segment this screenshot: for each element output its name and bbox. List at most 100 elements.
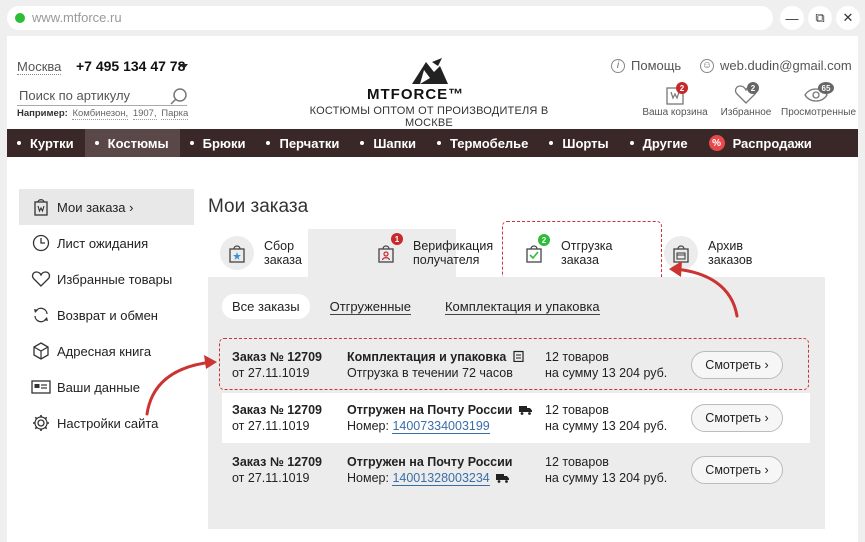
secure-indicator-icon <box>15 13 25 23</box>
viewed-label: Просмотренные <box>781 107 857 118</box>
order-status: Отгружен на Почту России <box>347 403 513 417</box>
verification-bag-icon: 1 <box>369 233 403 270</box>
order-status: Отгружен на Почту России <box>347 455 513 469</box>
step-badge: 1 <box>391 233 403 245</box>
bullet-icon <box>436 141 441 145</box>
truck-icon <box>518 406 532 415</box>
id-card-icon <box>31 377 51 397</box>
user-icon: ☺ <box>700 58 714 73</box>
search-icon[interactable] <box>170 88 188 106</box>
cart-count-badge: 2 <box>676 82 688 94</box>
nav-item-gloves[interactable]: Перчатки <box>256 129 350 157</box>
example-item[interactable]: Комбинезон, <box>72 108 129 120</box>
close-window-button[interactable]: ✕ <box>836 6 860 30</box>
step-label: Архив <box>708 239 744 253</box>
nav-item-sale[interactable]: % Распродажи <box>699 129 823 157</box>
sidebar-item-address-book[interactable]: Адресная книга <box>19 333 194 369</box>
help-link[interactable]: i Помощь <box>611 58 681 73</box>
tracking-label: Номер: <box>347 419 389 433</box>
order-date: от 27.11.1019 <box>232 419 310 433</box>
nav-item-shorts[interactable]: Шорты <box>539 129 619 157</box>
step-archive[interactable]: Архив заказов <box>664 229 752 277</box>
step-label: заказа <box>264 253 302 267</box>
box-icon <box>31 341 51 361</box>
example-item[interactable]: 1907, <box>132 108 157 120</box>
view-order-button[interactable]: Смотреть › <box>691 404 783 432</box>
favorites-count-badge: 2 <box>747 82 759 94</box>
sidebar-item-settings[interactable]: Настройки сайта <box>19 405 194 441</box>
main-nav: Куртки Костюмы Брюки Перчатки Шапки Терм… <box>7 129 858 157</box>
nav-item-trousers[interactable]: Брюки <box>180 129 257 157</box>
sidebar-item-personal-data[interactable]: Ваши данные <box>19 369 194 405</box>
bullet-icon <box>94 141 99 145</box>
cart-label: Ваша корзина <box>642 107 708 118</box>
minimize-button[interactable]: — <box>780 6 804 30</box>
page: Москва +7 495 134 47 78 Поиск по артикул… <box>7 36 858 542</box>
order-number[interactable]: Заказ № 12709 <box>232 402 322 418</box>
order-sum: на сумму 13 204 руб. <box>545 419 668 433</box>
filter-packing[interactable]: Комплектация и упаковка <box>444 299 600 315</box>
refresh-icon <box>31 305 51 325</box>
archive-bag-icon <box>664 236 698 270</box>
search-input[interactable]: Поиск по артикулу <box>17 88 187 106</box>
tagline: КОСТЮМЫ ОПТОМ ОТ ПРОИЗВОДИТЕЛЯ В МОСКВЕ <box>309 105 549 129</box>
sale-icon: % <box>708 135 725 151</box>
orders-panel: Все заказы Отгруженные Комплектация и уп… <box>208 277 825 529</box>
order-row: Заказ № 12709 от 27.11.1019 Отгружен на П… <box>222 445 810 495</box>
nav-item-suits[interactable]: Костюмы <box>84 129 180 157</box>
gear-icon <box>31 413 51 433</box>
tracking-number-link[interactable]: 14007334003199 <box>392 419 490 434</box>
city-selector[interactable]: Москва <box>17 59 62 75</box>
browser-chrome: www.mtforce.ru — ⧉ ✕ <box>0 0 865 34</box>
phone-number[interactable]: +7 495 134 47 78 <box>76 58 185 74</box>
nav-item-thermal[interactable]: Термобелье <box>427 129 539 157</box>
page-title: Мои заказа <box>208 196 309 217</box>
address-bar[interactable]: www.mtforce.ru <box>7 6 773 30</box>
filter-shipped[interactable]: Отгруженные <box>329 299 411 315</box>
order-date: от 27.11.1019 <box>232 471 310 485</box>
favorites-label: Избранное <box>720 107 772 118</box>
highlight-shipping-step <box>502 221 662 282</box>
viewed-link[interactable]: 65 Просмотренные <box>781 82 856 118</box>
highlight-order-row <box>219 338 809 390</box>
order-filters: Все заказы Отгруженные Комплектация и уп… <box>222 294 634 319</box>
bullet-icon <box>17 141 21 145</box>
step-collect[interactable]: Сбор заказа <box>220 229 302 277</box>
nav-item-jackets[interactable]: Куртки <box>7 129 85 157</box>
example-item[interactable]: Парка <box>161 108 189 120</box>
order-qty: 12 товаров <box>545 403 609 417</box>
sidebar-item-returns[interactable]: Возврат и обмен <box>19 297 194 333</box>
search-placeholder: Поиск по артикулу <box>19 88 131 103</box>
order-sum: на сумму 13 204 руб. <box>545 471 668 485</box>
sidebar-item-waitlist[interactable]: Лист ожидания <box>19 225 194 261</box>
order-number[interactable]: Заказ № 12709 <box>232 454 322 470</box>
sidebar-item-orders[interactable]: Мои заказа › <box>19 189 194 225</box>
orders-bag-icon <box>31 197 51 217</box>
sidebar-item-favorites[interactable]: Избранные товары <box>19 261 194 297</box>
clock-icon <box>31 233 51 253</box>
filter-all-orders[interactable]: Все заказы <box>222 294 310 319</box>
view-order-button[interactable]: Смотреть › <box>691 456 783 484</box>
site-logo[interactable]: MTFORCE™ КОСТЮМЫ ОПТОМ ОТ ПРОИЗВОДИТЕЛЯ … <box>289 56 569 129</box>
truck-icon <box>496 474 510 483</box>
info-icon: i <box>611 58 625 73</box>
step-label: получателя <box>413 253 480 267</box>
bullet-icon <box>189 141 194 145</box>
nav-item-hats[interactable]: Шапки <box>350 129 427 157</box>
example-label: Например: <box>17 108 68 119</box>
step-verification[interactable]: 1 Верификация получателя <box>369 229 493 277</box>
url-text: www.mtforce.ru <box>32 10 122 25</box>
bullet-icon <box>629 141 634 145</box>
restore-button[interactable]: ⧉ <box>808 6 832 30</box>
order-qty: 12 товаров <box>545 455 609 469</box>
favorites-link[interactable]: 2 Избранное <box>711 82 781 118</box>
tracking-label: Номер: <box>347 471 389 485</box>
search-examples: Например: Комбинезон, 1907, Парка <box>17 108 189 120</box>
tracking-number-link[interactable]: 14001328003234 <box>392 471 490 486</box>
user-account-link[interactable]: ☺ web.dudin@gmail.com <box>700 58 852 73</box>
nav-item-other[interactable]: Другие <box>620 129 699 157</box>
logo-text: MTFORCE™ <box>367 86 465 103</box>
cart-link[interactable]: 2 Ваша корзина <box>640 82 710 118</box>
chevron-down-icon[interactable] <box>180 64 188 69</box>
step-label: Верификация <box>413 239 494 253</box>
